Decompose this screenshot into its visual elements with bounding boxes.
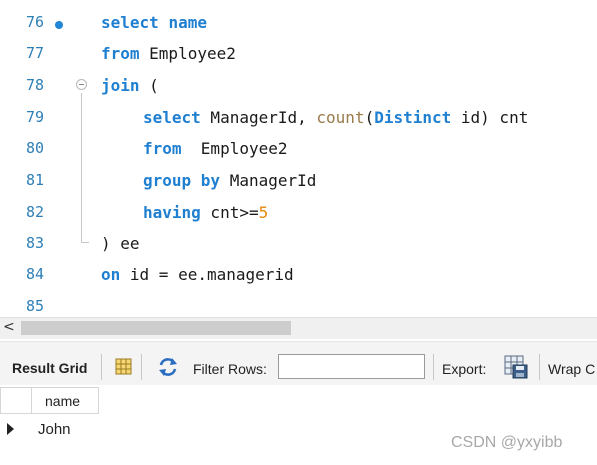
number-literal: 5 <box>258 203 269 222</box>
editor-line-78: 78 join ( <box>0 69 597 100</box>
keyword-distinct: Distinct <box>374 108 452 127</box>
keyword-group-by: group by <box>143 171 221 190</box>
code-token: cnt>= <box>200 203 259 222</box>
editor-line-81: 81 group by ManagerId <box>0 164 597 195</box>
code-token: ManagerId <box>220 171 317 190</box>
current-statement-bullet-icon <box>55 21 63 29</box>
refresh-icon[interactable] <box>157 357 179 377</box>
result-grid: name John CSDN @yxyibb <box>0 385 597 465</box>
current-row-arrow-icon <box>7 423 14 435</box>
code-token: ManagerId, <box>200 108 317 127</box>
watermark: CSDN @yxyibb <box>451 434 563 451</box>
row-header-corner <box>0 387 32 414</box>
line-number: 78 <box>25 76 44 94</box>
editor-line-83: 83 ) ee <box>0 227 597 258</box>
keyword-select: select <box>101 13 159 32</box>
toolbar-divider <box>539 354 540 380</box>
code-text: from Employee2 <box>101 44 236 63</box>
fold-guide-line <box>81 93 82 243</box>
scrollbar-thumb[interactable] <box>21 321 291 335</box>
export-label: Export: <box>442 361 487 377</box>
editor-line-77: 77 from Employee2 <box>0 37 597 68</box>
code-token: id) cnt <box>451 108 529 127</box>
fold-collapse-icon[interactable] <box>76 79 87 90</box>
code-token: Employee2 <box>181 139 288 158</box>
keyword-on: on <box>101 265 121 284</box>
line-number: 76 <box>25 13 44 31</box>
toolbar-divider <box>141 354 142 380</box>
line-number: 84 <box>25 265 44 283</box>
code-token: ( <box>364 108 375 127</box>
code-token: id = ee.managerid <box>120 265 294 284</box>
editor-line-79: 79 select ManagerId, count(Distinct id) … <box>0 101 597 132</box>
editor-line-80: 80 from Employee2 <box>0 132 597 163</box>
sql-editor[interactable]: 76 select name 77 from Employee2 78 join… <box>0 0 597 317</box>
column-header-name[interactable]: name <box>31 387 99 414</box>
result-toolbar: Result Grid Filter Rows: Export: Wrap C <box>0 341 597 386</box>
keyword-from: from <box>101 44 140 63</box>
code-text: on id = ee.managerid <box>101 265 294 284</box>
editor-line-82: 82 having cnt>=5 <box>0 196 597 227</box>
line-number: 79 <box>25 108 44 126</box>
code-text: group by ManagerId <box>143 171 316 190</box>
column-name: name <box>168 13 207 32</box>
filter-rows-label: Filter Rows: <box>193 361 267 377</box>
code-text: join ( <box>101 76 159 95</box>
filter-rows-input[interactable] <box>278 354 425 379</box>
export-icon[interactable] <box>503 354 529 380</box>
keyword-join: join <box>101 76 140 95</box>
toolbar-divider <box>101 354 102 380</box>
code-token: Employee2 <box>139 44 236 63</box>
grid-view-icon[interactable] <box>115 358 132 375</box>
line-number: 81 <box>25 171 44 189</box>
table-cell[interactable]: John <box>38 421 71 438</box>
line-number: 80 <box>25 139 44 157</box>
editor-line-76: 76 select name <box>0 6 597 37</box>
code-text: select ManagerId, count(Distinct id) cnt <box>143 108 528 127</box>
code-text: select name <box>101 13 207 32</box>
keyword-from: from <box>143 139 182 158</box>
code-token: ) ee <box>101 234 140 253</box>
scroll-left-arrow-icon[interactable]: < <box>3 319 15 335</box>
wrap-cell-content-button[interactable]: Wrap C <box>548 361 595 377</box>
code-text: having cnt>=5 <box>143 203 268 222</box>
keyword-having: having <box>143 203 201 222</box>
line-number: 83 <box>25 234 44 252</box>
line-number: 82 <box>25 203 44 221</box>
function-count: count <box>316 108 365 127</box>
editor-line-84: 84 on id = ee.managerid <box>0 258 597 289</box>
code-token: ( <box>139 76 159 95</box>
fold-guide-end <box>81 242 89 243</box>
column-header-label: name <box>45 393 81 409</box>
keyword-select: select <box>143 108 201 127</box>
horizontal-scrollbar[interactable]: < <box>0 317 597 339</box>
result-grid-tab[interactable]: Result Grid <box>12 360 87 376</box>
toolbar-divider <box>433 354 434 380</box>
code-text: ) ee <box>101 234 140 253</box>
line-number: 85 <box>25 297 44 315</box>
code-text: from Employee2 <box>143 139 288 158</box>
line-number: 77 <box>25 44 44 62</box>
